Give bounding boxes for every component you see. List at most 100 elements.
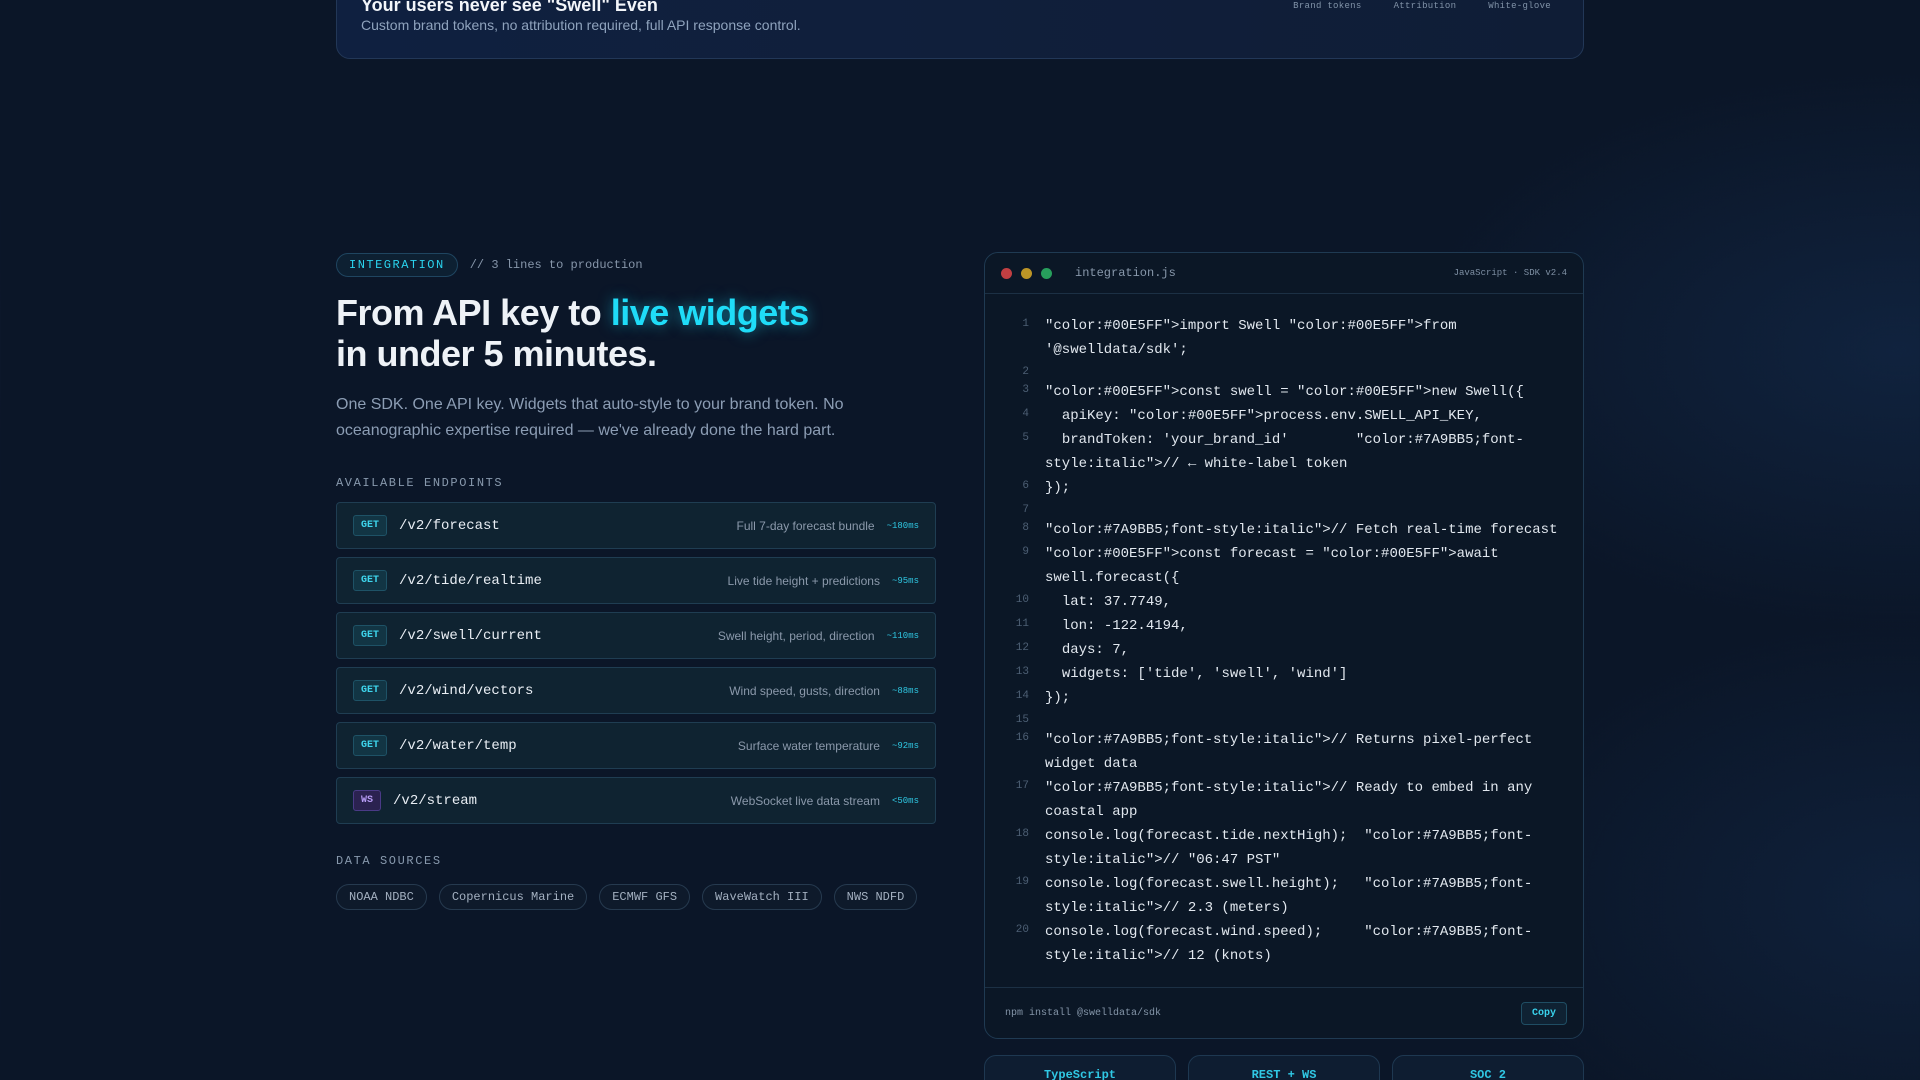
endpoint-path: /v2/tide/realtime (399, 572, 542, 589)
code-text: "color:#7A9BB5;font-style:italic">// Ret… (1045, 732, 1541, 772)
code-text: days: 7, (1045, 642, 1130, 658)
line-number: 17 (1015, 780, 1029, 792)
line-number: 9 (1022, 546, 1029, 558)
code-line: 12 days: 7, (985, 638, 1563, 662)
line-number: 10 (1015, 594, 1029, 606)
endpoint-description: Live tide height + predictions (727, 573, 880, 588)
code-line: 8 "color:#7A9BB5;font-style:italic">// Fe… (985, 518, 1563, 542)
endpoint-description: Surface water temperature (737, 738, 880, 753)
section-badge-row: INTEGRATION // 3 lines to production (336, 252, 936, 278)
endpoint-description: Swell height, period, direction (717, 628, 875, 643)
source-chip: ECMWF GFS (599, 884, 691, 910)
code-text: widgets: ['tide', 'swell', 'wind'] (1045, 666, 1348, 682)
code-text: "color:#00E5FF">const swell = "color:#00… (1045, 384, 1524, 400)
code-text: lat: 37.7749, (1045, 594, 1172, 610)
code-text: brandToken: 'your_brand_id' "color:#7A9B… (1045, 432, 1524, 472)
line-number: 6 (1022, 480, 1029, 492)
code-line: 5 brandToken: 'your_brand_id' "color:#7A… (985, 428, 1563, 476)
white-label-tags: Brand tokens Attribution White-glove (1293, 1, 1551, 11)
method-badge: GET (353, 570, 388, 591)
section-headline: From API key to live widgets in under 5 … (336, 292, 936, 374)
integration-note: // 3 lines to production (469, 258, 643, 272)
line-number: 2 (1022, 366, 1029, 378)
line-number: 20 (1015, 924, 1029, 936)
integration-badge: INTEGRATION (336, 253, 458, 277)
data-source-list: NOAA NDBC Copernicus Marine ECMWF GFS Wa… (336, 884, 936, 910)
pill-soc2: SOC 2 (1392, 1055, 1584, 1080)
code-text: lon: -122.4194, (1045, 618, 1188, 634)
code-text: "color:#7A9BB5;font-style:italic">// Fet… (1045, 522, 1558, 538)
pill-rest-ws: REST + WS (1188, 1055, 1380, 1080)
method-badge: GET (353, 680, 388, 701)
source-chip: WaveWatch III (702, 884, 822, 910)
code-text: }); (1045, 690, 1071, 706)
headline-prefix: From API key to (336, 292, 611, 333)
code-text: "color:#00E5FF">const forecast = "color:… (1045, 546, 1508, 586)
code-line: 1 "color:#00E5FF">import Swell "color:#00… (985, 314, 1563, 362)
feature-pills: TypeScript REST + WS SOC 2 (984, 1055, 1584, 1080)
sources-label: DATA SOURCES (336, 854, 442, 868)
endpoint-row[interactable]: GET /v2/swell/current Swell height, peri… (336, 612, 936, 659)
code-line: 16 "color:#7A9BB5;font-style:italic">// R… (985, 728, 1563, 776)
code-text: console.log(forecast.wind.speed); "color… (1045, 924, 1533, 964)
endpoint-row[interactable]: GET /v2/tide/realtime Live tide height +… (336, 557, 936, 604)
code-language-meta: JavaScript · SDK v2.4 (1453, 268, 1567, 278)
white-label-card: Your users never see "Swell" Even Custom… (336, 0, 1584, 59)
minimize-dot-icon (1021, 267, 1032, 279)
code-body: 1 "color:#00E5FF">import Swell "color:#00… (985, 294, 1583, 968)
code-line: 15 (985, 710, 1563, 728)
line-number: 19 (1015, 876, 1029, 888)
endpoint-description: Full 7-day forecast bundle (736, 518, 875, 533)
endpoint-latency: ~88ms (891, 685, 919, 696)
tag-white-glove: White-glove (1488, 1, 1551, 11)
method-badge: GET (353, 515, 388, 536)
line-number: 4 (1022, 408, 1029, 420)
endpoint-latency: <50ms (891, 795, 919, 806)
code-text: "color:#7A9BB5;font-style:italic">// Rea… (1045, 780, 1541, 820)
endpoint-description: Wind speed, gusts, direction (729, 683, 880, 698)
method-badge: GET (353, 625, 388, 646)
headline-highlight: live widgets (610, 292, 810, 333)
line-number: 11 (1015, 618, 1029, 630)
source-chip: NWS NDFD (833, 884, 918, 910)
integration-section: INTEGRATION // 3 lines to production Fro… (336, 252, 936, 910)
code-text: "color:#00E5FF">import Swell "color:#00E… (1045, 318, 1466, 358)
endpoint-row[interactable]: GET /v2/wind/vectors Wind speed, gusts, … (336, 667, 936, 714)
code-line: 3 "color:#00E5FF">const swell = "color:#0… (985, 380, 1563, 404)
endpoint-latency: ~110ms (886, 630, 919, 641)
endpoint-row[interactable]: GET /v2/water/temp Surface water tempera… (336, 722, 936, 769)
code-text: console.log(forecast.swell.height); "col… (1045, 876, 1533, 916)
endpoint-list: GET /v2/forecast Full 7-day forecast bun… (336, 502, 936, 824)
code-window: integration.js JavaScript · SDK v2.4 1 "c… (984, 252, 1584, 1039)
code-text: console.log(forecast.tide.nextHigh); "co… (1045, 828, 1533, 868)
line-number: 3 (1022, 384, 1029, 396)
endpoints-label: AVAILABLE ENDPOINTS (336, 476, 504, 490)
method-badge: GET (353, 735, 388, 756)
code-line: 7 (985, 500, 1563, 518)
endpoint-latency: ~95ms (891, 575, 919, 586)
tag-attribution: Attribution (1393, 1, 1457, 11)
code-window-footer: npm install @swelldata/sdk Copy (985, 987, 1583, 1038)
endpoint-path: /v2/forecast (399, 517, 500, 534)
code-text: }); (1045, 480, 1071, 496)
endpoint-path: /v2/swell/current (399, 627, 542, 644)
code-line: 20 console.log(forecast.wind.speed); "col… (985, 920, 1563, 968)
endpoint-row[interactable]: GET /v2/forecast Full 7-day forecast bun… (336, 502, 936, 549)
code-file-name: integration.js (1075, 266, 1176, 280)
endpoint-path: /v2/stream (393, 792, 478, 809)
endpoint-description: WebSocket live data stream (730, 793, 880, 808)
code-line: 4 apiKey: "color:#00E5FF">process.env.SW… (985, 404, 1563, 428)
code-text: apiKey: "color:#00E5FF">process.env.SWEL… (1045, 408, 1482, 424)
method-badge: WS (353, 790, 382, 811)
line-number: 1 (1022, 318, 1029, 330)
line-number: 16 (1015, 732, 1029, 744)
endpoint-row[interactable]: WS /v2/stream WebSocket live data stream… (336, 777, 936, 824)
headline-line2: in under 5 minutes. (336, 333, 657, 374)
copy-button[interactable]: Copy (1520, 1001, 1567, 1025)
line-number: 14 (1015, 690, 1029, 702)
code-line: 18 console.log(forecast.tide.nextHigh); "… (985, 824, 1563, 872)
code-line: 11 lon: -122.4194, (985, 614, 1563, 638)
line-number: 7 (1022, 504, 1029, 516)
